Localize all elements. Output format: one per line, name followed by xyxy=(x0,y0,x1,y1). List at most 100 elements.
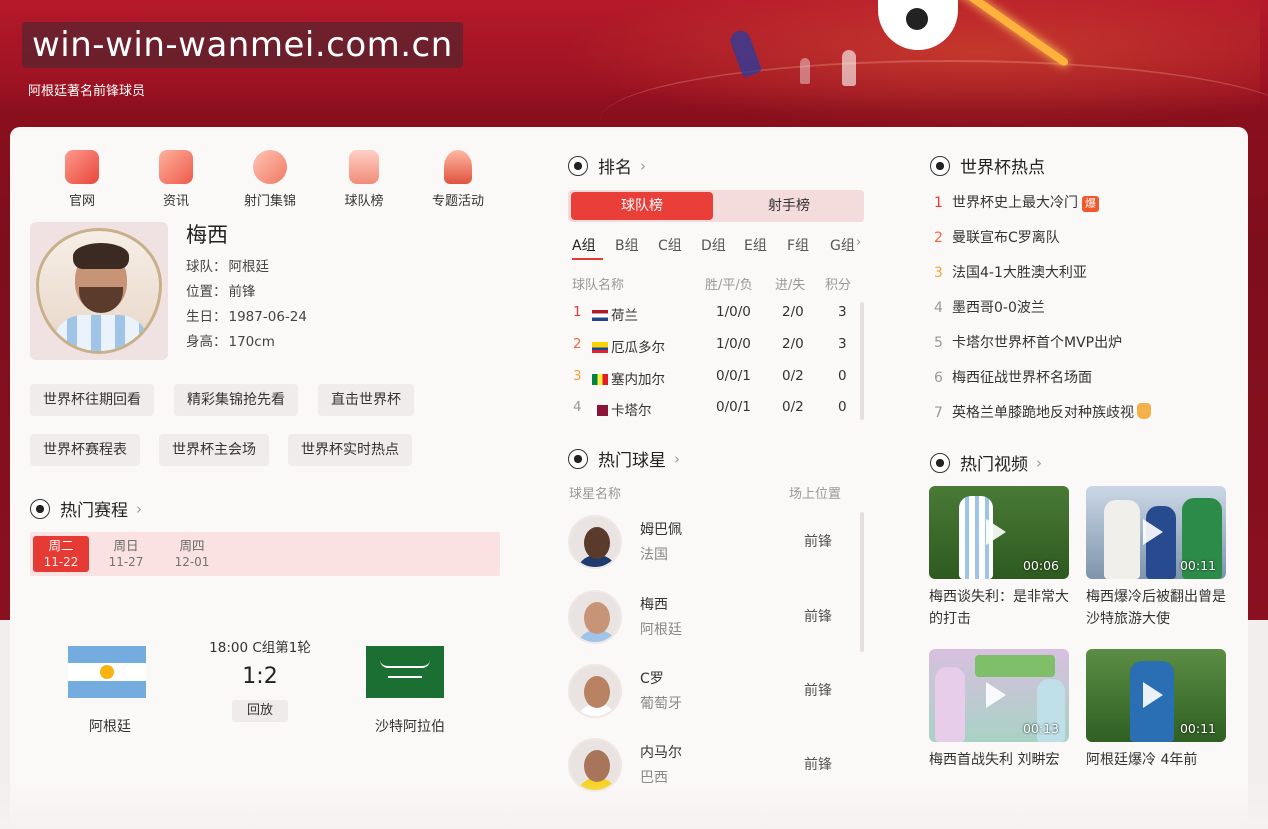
section-label: 热门赛程 xyxy=(60,501,128,521)
hot-badge: 爆 xyxy=(1082,196,1099,212)
schedule-section-title[interactable]: 热门赛程 › xyxy=(30,496,142,521)
senegal-flag-icon xyxy=(592,374,608,385)
tag-hot-news[interactable]: 世界杯实时热点 xyxy=(288,434,412,466)
group-tab-d[interactable]: D组 xyxy=(701,235,744,260)
hot-news-item[interactable]: 4 墨西哥0-0波兰 xyxy=(934,297,1045,317)
nav-item-events[interactable]: 专题活动 xyxy=(411,150,505,209)
video-caption[interactable]: 阿根廷爆冷 4年前 xyxy=(1086,749,1226,771)
video-thumbnail[interactable]: 00:11 xyxy=(1086,649,1226,742)
tag-schedule[interactable]: 世界杯赛程表 xyxy=(30,434,140,466)
tag-highlights[interactable]: 精彩集锦抢先看 xyxy=(174,384,298,416)
list-item[interactable]: C罗 葡萄牙 前锋 xyxy=(568,664,853,724)
hot-news-item[interactable]: 6 梅西征战世界杯名场面 xyxy=(934,367,1092,387)
ecuador-flag-icon xyxy=(592,342,608,353)
chevron-right-icon: › xyxy=(640,156,646,175)
football-icon xyxy=(930,155,950,176)
replay-button[interactable]: 回放 xyxy=(232,700,288,722)
chevron-right-icon[interactable]: › xyxy=(856,235,861,250)
chevron-right-icon: › xyxy=(136,499,142,518)
football-icon xyxy=(568,448,588,469)
tag-past-review[interactable]: 世界杯往期回看 xyxy=(30,384,154,416)
tag-live[interactable]: 直击世界杯 xyxy=(318,384,414,416)
stars-scrollbar[interactable] xyxy=(860,512,864,652)
section-label: 世界杯热点 xyxy=(960,158,1045,178)
schedule-day-tabs: 周二 11-22 周日 11-27 周四 12-01 xyxy=(30,532,500,576)
quick-nav: 官网 资讯 射门集锦 球队榜 专题活动 xyxy=(35,150,505,209)
col-goals: 进/失 xyxy=(775,278,806,293)
list-item[interactable]: 梅西 阿根廷 前锋 xyxy=(568,590,853,650)
section-label: 热门视频 xyxy=(960,455,1028,475)
video-caption[interactable]: 梅西谈失利：是非常大的打击 xyxy=(929,586,1069,630)
video-duration: 00:11 xyxy=(1179,721,1216,736)
nav-label: 官网 xyxy=(68,194,95,209)
nav-label: 射门集锦 xyxy=(243,194,296,209)
tag-main-venue[interactable]: 世界杯主会场 xyxy=(159,434,269,466)
group-tab-a[interactable]: A组 xyxy=(572,235,603,260)
football-icon xyxy=(930,452,950,473)
star-position: 前锋 xyxy=(804,683,832,699)
hot-news-item[interactable]: 2 曼联宣布C罗离队 xyxy=(934,227,1060,247)
document-icon xyxy=(159,150,193,184)
group-tab-e[interactable]: E组 xyxy=(744,235,787,260)
tab-scorer-ranking[interactable]: 射手榜 xyxy=(718,192,860,220)
day-tab[interactable]: 周日 11-27 xyxy=(98,536,154,572)
list-item[interactable]: 姆巴佩 法国 前锋 xyxy=(568,515,853,575)
football-icon xyxy=(568,155,588,176)
col-star-name: 球星名称 xyxy=(569,487,622,502)
player-hair xyxy=(73,243,129,269)
hot-news-item[interactable]: 7 英格兰单膝跪地反对种族歧视 xyxy=(934,402,1151,422)
player-photo xyxy=(30,222,168,360)
video-thumbnail[interactable]: 00:11 xyxy=(1086,486,1226,579)
player-position-row: 位置： 前锋 xyxy=(186,284,256,300)
table-row[interactable]: 1 荷兰 1/0/0 2/0 3 xyxy=(572,304,862,324)
bar-chart-icon xyxy=(349,150,379,184)
group-tab-g[interactable]: G组 xyxy=(830,235,873,260)
clap-emoji-icon xyxy=(1137,403,1151,419)
watermark-text: win-win-wanmei.com.cn xyxy=(22,22,463,68)
table-row[interactable]: 3 塞内加尔 0/0/1 0/2 0 xyxy=(572,368,862,388)
hot-news-item[interactable]: 5 卡塔尔世界杯首个MVP出炉 xyxy=(934,332,1122,352)
nav-label: 专题活动 xyxy=(431,194,484,209)
col-wdl: 胜/平/负 xyxy=(705,278,753,293)
day-tab[interactable]: 周四 12-01 xyxy=(164,536,220,572)
avatar xyxy=(568,590,622,644)
col-team: 球队名称 xyxy=(572,278,625,293)
group-tab-c[interactable]: C组 xyxy=(658,235,701,260)
group-tab-b[interactable]: B组 xyxy=(615,235,658,260)
videos-section-title[interactable]: 热门视频 › xyxy=(930,450,1042,475)
day-tab-active[interactable]: 周二 11-22 xyxy=(33,536,89,572)
stars-section-title[interactable]: 热门球星 › xyxy=(568,446,680,471)
match-card: 阿根廷 18:00 C组第1轮 1:2 回放 沙特阿拉伯 xyxy=(30,630,500,740)
table-row[interactable]: 4 卡塔尔 0/0/1 0/2 0 xyxy=(572,399,862,419)
player-name: 梅西 xyxy=(186,223,228,247)
star-nation: 阿根廷 xyxy=(640,622,682,638)
group-tabs: A组 B组 C组 D组 E组 F组 G组 xyxy=(572,235,873,260)
nav-item-highlights[interactable]: 射门集锦 xyxy=(223,150,317,209)
football-icon xyxy=(30,498,50,519)
hot-news-item[interactable]: 3 法国4-1大胜澳大利亚 xyxy=(934,262,1087,282)
video-caption[interactable]: 梅西爆冷后被翻出曾是沙特旅游大使 xyxy=(1086,586,1226,630)
nav-item-official[interactable]: 官网 xyxy=(35,150,129,209)
hot-news-item[interactable]: 1 世界杯史上最大冷门爆 xyxy=(934,192,1099,212)
star-position: 前锋 xyxy=(804,757,832,773)
avatar xyxy=(568,664,622,718)
nav-item-news[interactable]: 资讯 xyxy=(129,150,223,209)
table-row[interactable]: 2 厄瓜多尔 1/0/0 2/0 3 xyxy=(572,336,862,356)
star-name: 梅西 xyxy=(640,597,668,613)
star-nation: 法国 xyxy=(640,547,668,563)
star-position: 前锋 xyxy=(804,609,832,625)
group-tab-f[interactable]: F组 xyxy=(787,235,830,260)
video-thumbnail[interactable]: 00:13 xyxy=(929,649,1069,742)
play-icon xyxy=(986,682,1006,708)
ranking-section-title[interactable]: 排名 › xyxy=(568,153,646,178)
player-beard xyxy=(79,287,123,313)
player-info: 球队： 阿根廷 位置： 前锋 生日： 1987-06-24 身高： 170cm xyxy=(186,255,307,355)
play-icon xyxy=(1143,519,1163,545)
video-thumbnail[interactable]: 00:06 xyxy=(929,486,1069,579)
nav-item-team-rank[interactable]: 球队榜 xyxy=(317,150,411,209)
video-caption[interactable]: 梅西首战失利 刘畊宏 xyxy=(929,749,1069,771)
home-team: 阿根廷 xyxy=(89,719,131,735)
tab-team-ranking[interactable]: 球队榜 xyxy=(571,192,713,220)
photo-frame xyxy=(36,228,162,354)
ranking-scrollbar[interactable] xyxy=(860,302,864,420)
